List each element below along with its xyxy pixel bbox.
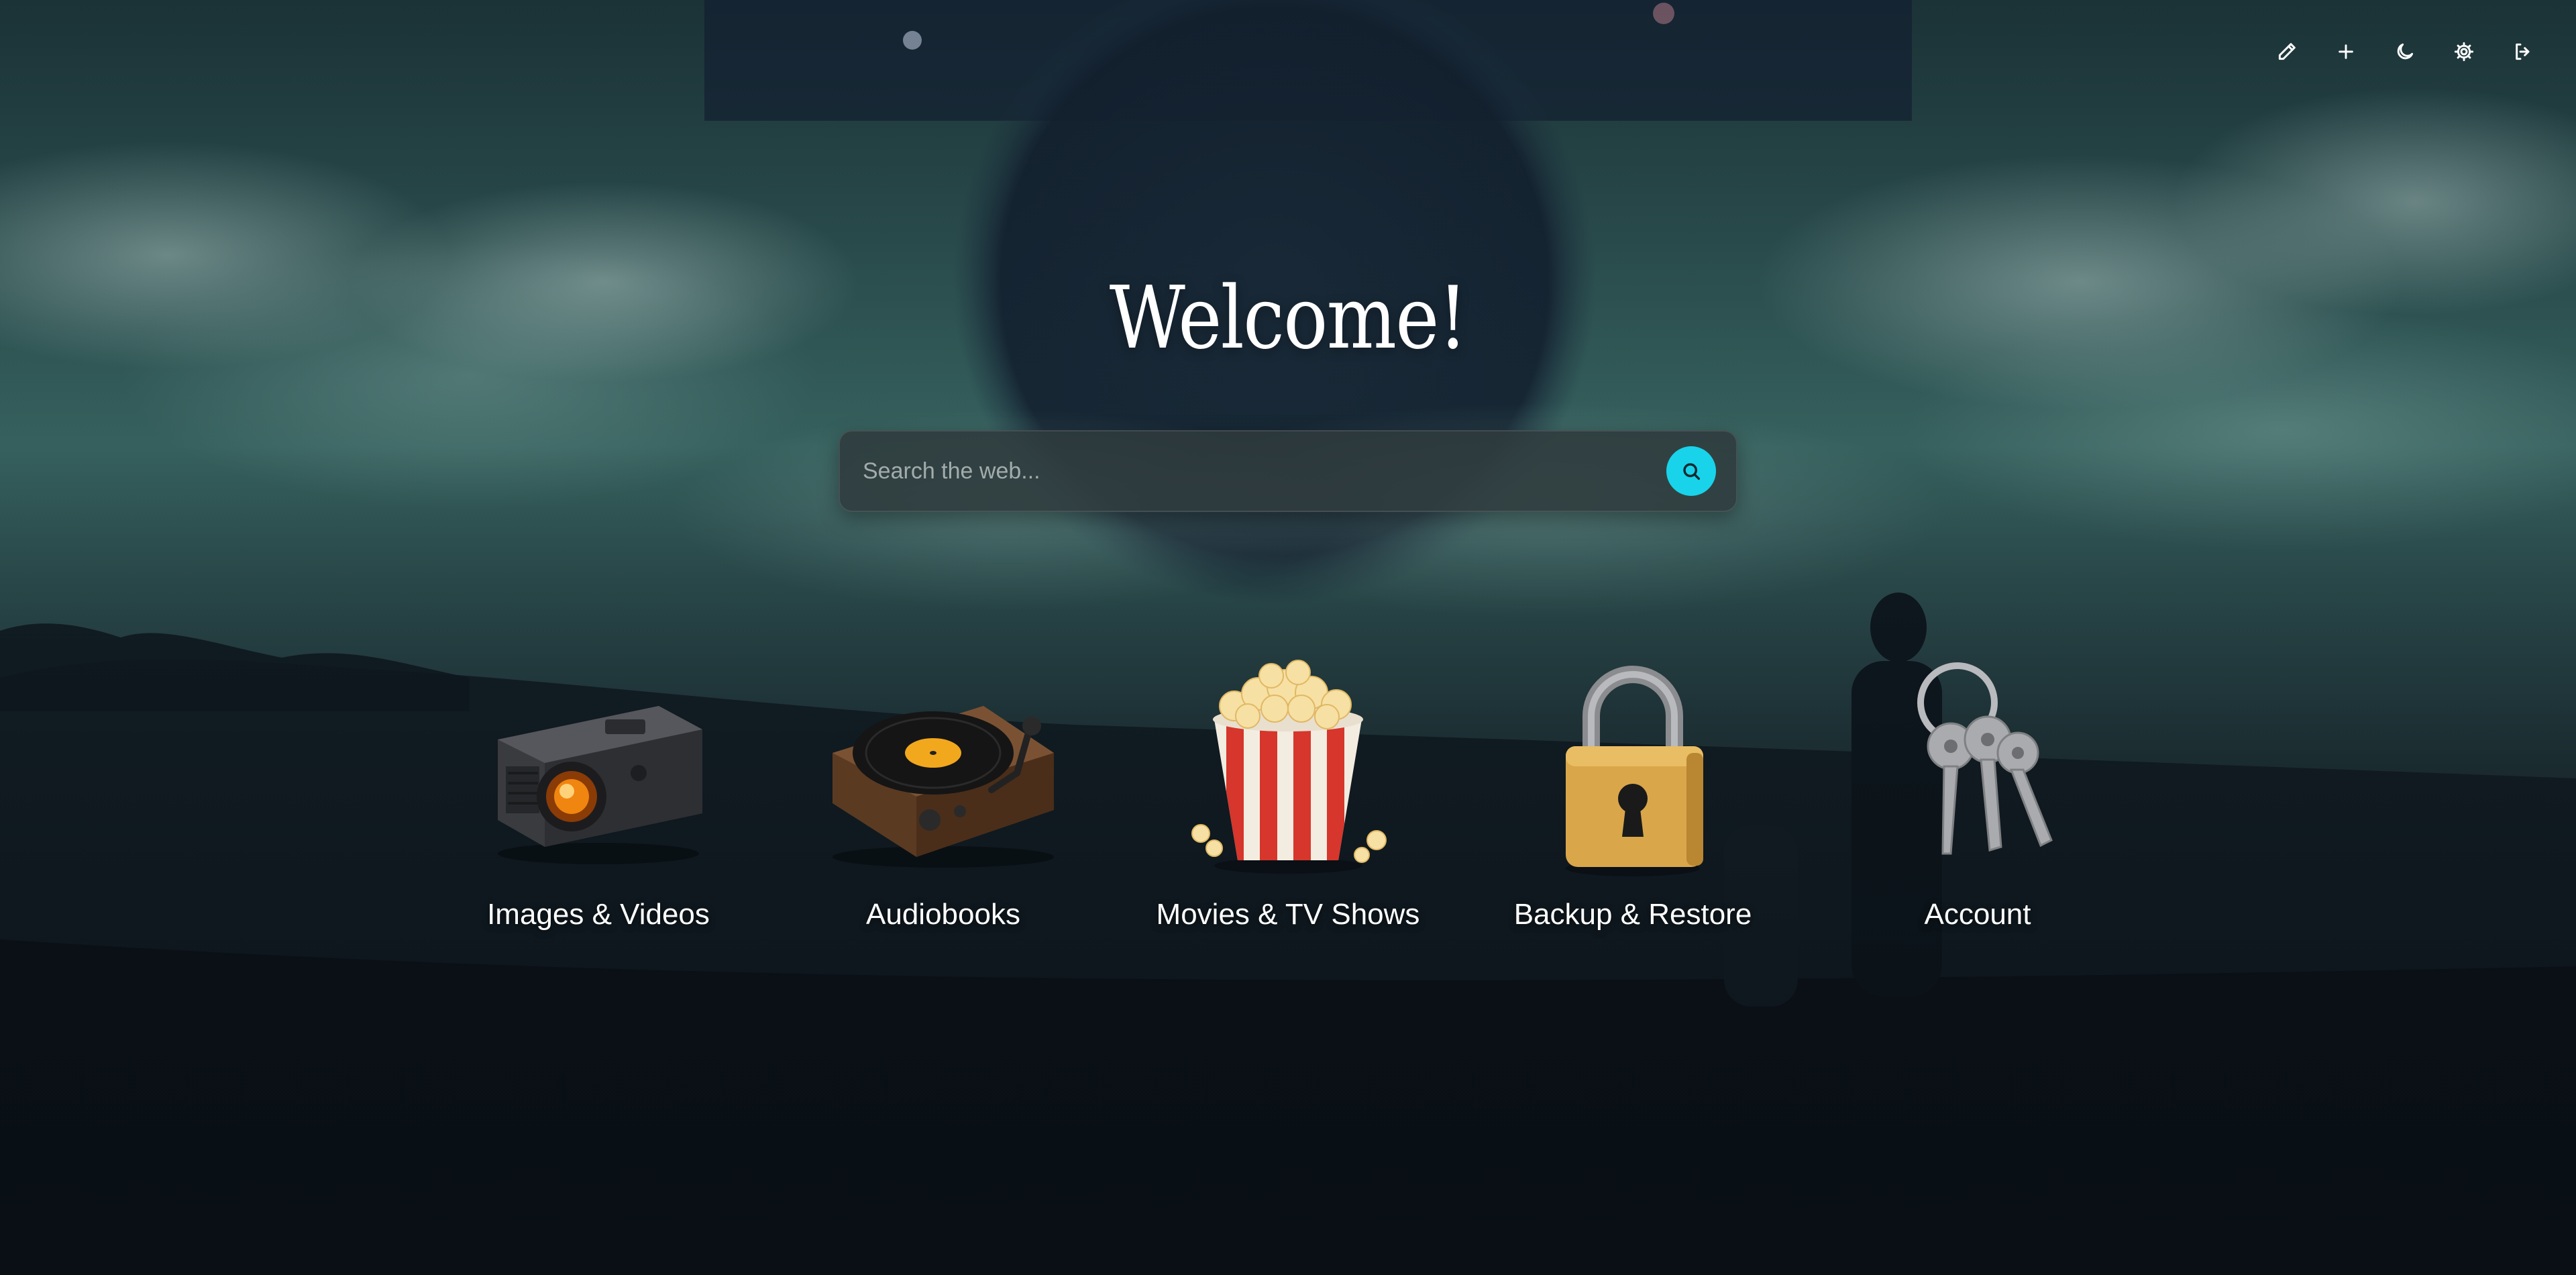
theme-toggle-button[interactable] xyxy=(2384,31,2426,72)
padlock-icon xyxy=(1566,666,1703,876)
logout-button[interactable] xyxy=(2502,31,2544,72)
tile-movies-tv-shows[interactable]: Movies & TV Shows xyxy=(1116,652,1460,931)
edit-button[interactable] xyxy=(2266,31,2308,72)
top-toolbar xyxy=(2266,31,2544,72)
app-tiles: Images & Videos Audiobooks Movies & TV S… xyxy=(0,652,2576,931)
search-button[interactable] xyxy=(1666,446,1716,496)
search-box xyxy=(839,430,1737,512)
settings-button[interactable] xyxy=(2443,31,2485,72)
search-input[interactable] xyxy=(861,457,1666,485)
background-overlay xyxy=(0,0,2576,1275)
keys-icon xyxy=(1917,662,2053,855)
tile-images-videos[interactable]: Images & Videos xyxy=(426,652,771,931)
gear-icon xyxy=(2454,42,2474,62)
popcorn-icon xyxy=(1191,660,1387,874)
turntable-icon xyxy=(833,706,1054,868)
logout-icon xyxy=(2516,43,2530,60)
tile-label: Movies & TV Shows xyxy=(1156,898,1420,931)
pencil-icon xyxy=(2278,43,2296,60)
moon-icon xyxy=(2397,43,2414,60)
plus-icon xyxy=(2339,44,2353,59)
projector-icon xyxy=(498,706,702,864)
add-button[interactable] xyxy=(2325,31,2367,72)
tile-label: Images & Videos xyxy=(487,898,710,931)
search-icon xyxy=(1683,463,1701,480)
tile-audiobooks[interactable]: Audiobooks xyxy=(771,652,1116,931)
tile-label: Account xyxy=(1924,898,2031,931)
tile-label: Backup & Restore xyxy=(1513,898,1752,931)
tile-backup-restore[interactable]: Backup & Restore xyxy=(1460,652,1805,931)
tile-label: Audiobooks xyxy=(866,898,1020,931)
tile-account[interactable]: Account xyxy=(1805,652,2150,931)
welcome-title: Welcome! xyxy=(1109,268,1468,368)
